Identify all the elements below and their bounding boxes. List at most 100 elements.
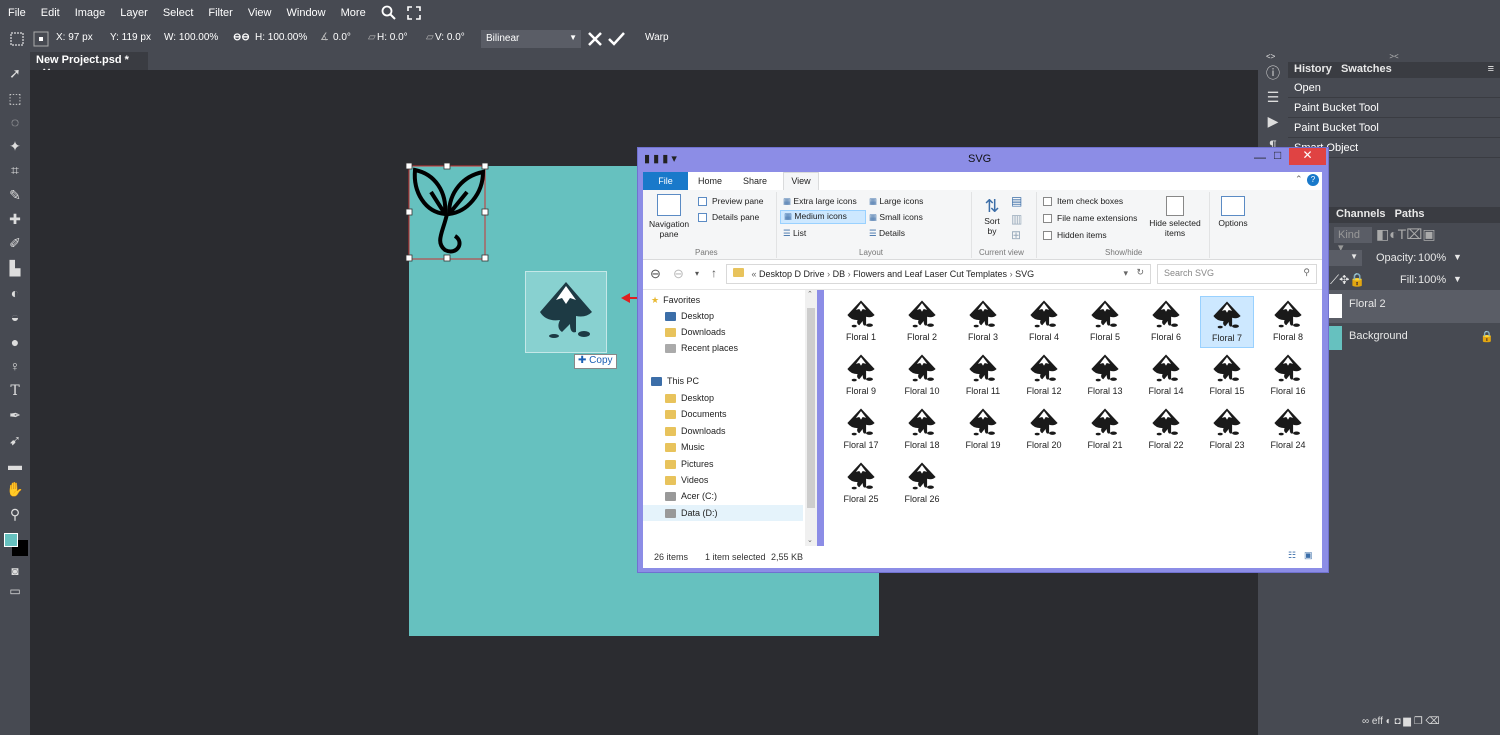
x-field[interactable]: X: 97 px bbox=[56, 32, 93, 43]
size-columns-icon[interactable]: ⊞ bbox=[1011, 228, 1021, 242]
hand-tool-icon[interactable]: ✋ bbox=[6, 480, 24, 498]
file-item[interactable]: Floral 7 bbox=[1200, 296, 1254, 348]
path-field[interactable]: « Desktop D Drive › DB › Flowers and Lea… bbox=[726, 264, 1151, 284]
type-tool-icon[interactable]: T bbox=[6, 382, 24, 400]
navigation-pane-button[interactable]: Navigation pane bbox=[649, 194, 689, 239]
layer-row[interactable]: Floral 2 bbox=[1328, 290, 1500, 323]
path-dropdown-icon[interactable]: ▾ bbox=[1123, 268, 1128, 279]
file-item[interactable]: Floral 13 bbox=[1078, 350, 1132, 402]
cancel-icon[interactable] bbox=[587, 31, 603, 47]
options-button[interactable]: Options bbox=[1215, 196, 1251, 228]
breadcrumb-item[interactable]: SVG bbox=[1015, 269, 1034, 279]
file-item[interactable]: Floral 4 bbox=[1017, 296, 1071, 348]
menu-view[interactable]: View bbox=[248, 7, 272, 19]
item-check-boxes[interactable]: Item check boxes bbox=[1043, 196, 1123, 207]
nav-item[interactable]: Data (D:) bbox=[643, 505, 803, 521]
minimize-button[interactable]: — bbox=[1254, 150, 1266, 164]
ribbon-tab-home[interactable]: Home bbox=[698, 176, 722, 186]
confirm-icon[interactable] bbox=[608, 31, 625, 47]
search-icon[interactable] bbox=[381, 5, 397, 21]
link-layers-icon[interactable]: ∞ bbox=[1362, 716, 1369, 727]
dodge-tool-icon[interactable]: ♀ bbox=[6, 357, 24, 375]
file-item[interactable]: Floral 10 bbox=[895, 350, 949, 402]
file-item[interactable]: Floral 14 bbox=[1139, 350, 1193, 402]
details-pane-button[interactable]: Details pane bbox=[698, 212, 759, 223]
stamp-tool-icon[interactable]: ▙ bbox=[6, 259, 24, 277]
move-tool-icon[interactable]: ➚ bbox=[6, 64, 24, 82]
file-item[interactable]: Floral 24 bbox=[1261, 404, 1315, 456]
breadcrumb-item[interactable]: Desktop D Drive bbox=[759, 269, 825, 279]
nav-item[interactable]: Recent places bbox=[665, 340, 738, 356]
play-icon[interactable]: ▶ bbox=[1264, 112, 1282, 130]
file-item[interactable]: Floral 17 bbox=[834, 404, 888, 456]
preview-pane-button[interactable]: Preview pane bbox=[698, 196, 764, 207]
forward-icon[interactable]: ⊖ bbox=[673, 266, 684, 282]
filter-icons[interactable]: ◧◐T⌧▣ bbox=[1376, 226, 1436, 243]
marquee-tool-icon[interactable]: ⬚ bbox=[6, 89, 24, 107]
foreground-color-swatch[interactable] bbox=[4, 533, 18, 547]
layer-row[interactable]: Background 🔒 bbox=[1328, 324, 1500, 352]
menu-select[interactable]: Select bbox=[163, 7, 194, 19]
file-item[interactable]: Floral 23 bbox=[1200, 404, 1254, 456]
nav-thispc[interactable]: This PC bbox=[651, 373, 699, 389]
healing-brush-icon[interactable]: ✚ bbox=[6, 210, 24, 228]
ribbon-tab-view[interactable]: View bbox=[783, 172, 819, 190]
opacity-value[interactable]: 100% bbox=[1418, 252, 1446, 264]
opacity-arrow-icon[interactable]: ▼ bbox=[1453, 252, 1462, 262]
floral-layer-graphic[interactable] bbox=[405, 162, 490, 262]
warp-button[interactable]: Warp bbox=[645, 32, 669, 43]
history-item[interactable]: Open bbox=[1288, 78, 1500, 98]
menu-file[interactable]: File bbox=[8, 7, 26, 19]
file-item[interactable]: Floral 16 bbox=[1261, 350, 1315, 402]
menu-window[interactable]: Window bbox=[287, 7, 326, 19]
file-item[interactable]: Floral 22 bbox=[1139, 404, 1193, 456]
ribbon-collapse-icon[interactable]: ⌃ bbox=[1295, 174, 1303, 185]
path-select-icon[interactable]: ➹ bbox=[6, 431, 24, 449]
file-item[interactable]: Floral 26 bbox=[895, 458, 949, 510]
file-item[interactable]: Floral 5 bbox=[1078, 296, 1132, 348]
nav-item[interactable]: Documents bbox=[665, 406, 727, 422]
up-icon[interactable]: ↑ bbox=[711, 266, 717, 280]
nav-item[interactable]: Downloads bbox=[665, 324, 726, 340]
menu-more[interactable]: More bbox=[341, 7, 366, 19]
details-view-icon[interactable]: ☷ bbox=[1288, 550, 1296, 561]
ribbon-tab-file[interactable]: File bbox=[643, 172, 688, 190]
vskew-field[interactable]: V: 0.0° bbox=[435, 32, 465, 43]
file-item[interactable]: Floral 25 bbox=[834, 458, 888, 510]
scrollbar-thumb[interactable] bbox=[807, 308, 815, 508]
nav-scrollbar[interactable]: ⌃ ⌄ bbox=[805, 290, 817, 546]
eraser-tool-icon[interactable]: ◐ bbox=[6, 284, 24, 302]
checkbox[interactable] bbox=[1043, 231, 1052, 241]
magic-wand-icon[interactable]: ✦ bbox=[6, 137, 24, 155]
scroll-down-icon[interactable]: ⌄ bbox=[807, 536, 813, 544]
menu-edit[interactable]: Edit bbox=[41, 7, 60, 19]
nav-item[interactable]: Videos bbox=[665, 472, 708, 488]
sort-by-button[interactable]: ⇅ Sort by bbox=[979, 196, 1005, 236]
file-item[interactable]: Floral 15 bbox=[1200, 350, 1254, 402]
back-icon[interactable]: ⊖ bbox=[650, 266, 661, 282]
expand-icon[interactable]: <> bbox=[1266, 52, 1275, 61]
layout-small[interactable]: ▦ Small icons bbox=[869, 212, 923, 223]
file-explorer-window[interactable]: ▮ ▮ ▮ ▾ SVG — □ ✕ File Home Share View ⌃… bbox=[637, 147, 1329, 573]
history-item[interactable]: Paint Bucket Tool bbox=[1288, 118, 1500, 138]
history-item[interactable]: Paint Bucket Tool bbox=[1288, 98, 1500, 118]
hidden-items[interactable]: Hidden items bbox=[1043, 230, 1107, 241]
checkbox[interactable] bbox=[1043, 214, 1052, 224]
tab-swatches[interactable]: Swatches bbox=[1341, 63, 1392, 75]
hide-selected-button[interactable]: Hide selected items bbox=[1147, 196, 1203, 238]
nav-item[interactable]: Acer (C:) bbox=[665, 488, 717, 504]
paint-bucket-icon[interactable]: ◒ bbox=[6, 308, 24, 326]
h-field[interactable]: H: 100.00% bbox=[255, 32, 307, 43]
nav-item[interactable]: Pictures bbox=[665, 456, 714, 472]
tab-channels[interactable]: Channels bbox=[1336, 208, 1386, 220]
screen-mode-icon[interactable]: ▭ bbox=[6, 582, 24, 600]
scroll-up-icon[interactable]: ⌃ bbox=[807, 290, 813, 298]
ribbon-tab-share[interactable]: Share bbox=[743, 176, 767, 186]
large-icons-view-icon[interactable]: ▣ bbox=[1304, 550, 1313, 561]
tab-history[interactable]: History bbox=[1294, 63, 1332, 75]
maximize-button[interactable]: □ bbox=[1274, 148, 1281, 162]
file-name-extensions[interactable]: File name extensions bbox=[1043, 213, 1137, 224]
y-field[interactable]: Y: 119 px bbox=[110, 32, 151, 43]
document-tab[interactable]: New Project.psd * ✕ bbox=[30, 52, 148, 79]
link-icon[interactable]: ⊖⊖ bbox=[233, 32, 250, 43]
